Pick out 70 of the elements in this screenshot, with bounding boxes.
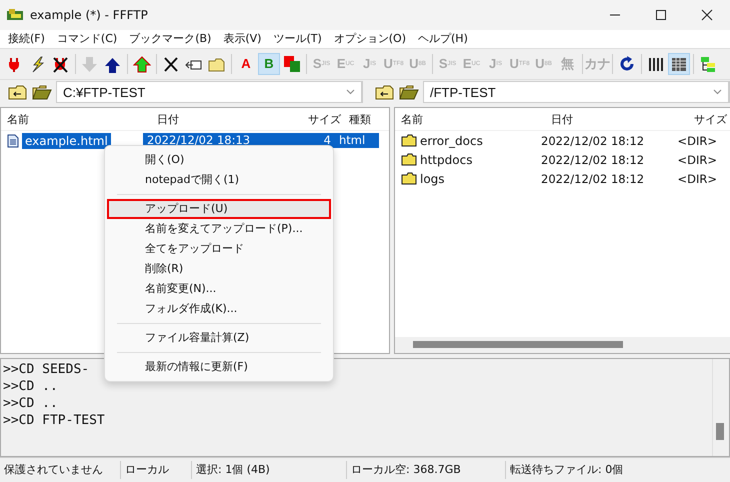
context-menu-item[interactable]: 全てをアップロード bbox=[107, 239, 331, 259]
menu-item[interactable]: 表示(V) bbox=[217, 31, 268, 46]
down-arrow-icon bbox=[81, 54, 99, 73]
parent-folder-icon[interactable] bbox=[8, 83, 28, 102]
context-menu-item[interactable]: 名前を変えてアップロード(P)... bbox=[107, 219, 331, 239]
open-folder-icon[interactable] bbox=[32, 83, 52, 102]
overlapping-squares-icon bbox=[283, 54, 301, 73]
refresh-icon bbox=[618, 54, 636, 73]
menu-item[interactable]: ヘルプ(H) bbox=[412, 31, 474, 46]
path-field[interactable]: C:¥FTP-TEST bbox=[56, 81, 362, 104]
ascii-mode-button[interactable]: A bbox=[235, 52, 257, 75]
open-folder-icon[interactable] bbox=[399, 83, 419, 102]
dropdown-icon[interactable] bbox=[713, 89, 722, 96]
folder-icon bbox=[401, 134, 417, 148]
log-line: >>CD SEEDS- bbox=[3, 361, 90, 378]
status-text: 転送待ちファイル: 0個 bbox=[509, 462, 624, 478]
toolbar-button[interactable] bbox=[668, 52, 690, 75]
horizontal-scrollbar[interactable] bbox=[395, 337, 730, 354]
context-menu-item[interactable]: notepadで開く(1) bbox=[107, 170, 331, 190]
column-header[interactable]: サイズ bbox=[681, 112, 730, 127]
column-header[interactable]: 日付 bbox=[547, 112, 681, 127]
date-cell-text: 2022/12/02 18:12 bbox=[540, 172, 646, 186]
status-text: 選択: 1個 (4B) bbox=[192, 461, 347, 480]
column-header[interactable]: 名前 bbox=[395, 112, 547, 127]
parent-folder-icon[interactable] bbox=[375, 83, 395, 102]
date-cell-text: 2022/12/02 18:12 bbox=[540, 134, 646, 148]
path-field[interactable]: /FTP-TEST bbox=[423, 81, 729, 104]
window-title: example (*) - FFFTP bbox=[30, 8, 148, 22]
tree-icon bbox=[699, 54, 717, 73]
status-text: ローカル空: 368.7GB bbox=[347, 461, 506, 480]
app-icon bbox=[6, 8, 24, 22]
context-menu-item[interactable]: 開く(O) bbox=[107, 150, 331, 170]
dropdown-icon[interactable] bbox=[346, 89, 355, 96]
delete-icon bbox=[162, 54, 180, 73]
date-cell-text: 2022/12/02 18:12 bbox=[540, 152, 646, 167]
column-header[interactable]: 日付 bbox=[153, 112, 285, 127]
folder-icon bbox=[401, 172, 417, 186]
type-cell: html bbox=[335, 133, 379, 148]
size-cell-text: <DIR> bbox=[676, 152, 718, 167]
size-cell-text: <DIR> bbox=[676, 134, 718, 148]
log-line: >>CD .. bbox=[3, 395, 58, 412]
context-menu-item[interactable]: 名前変更(N)... bbox=[107, 279, 331, 299]
context-menu-item[interactable]: アップロード(U) bbox=[107, 199, 331, 219]
file-name[interactable]: example.html bbox=[22, 132, 111, 149]
column-header[interactable]: サイズ bbox=[285, 112, 345, 127]
file-name[interactable]: httpdocs bbox=[420, 152, 472, 167]
menu-item[interactable]: ツール(T) bbox=[267, 31, 328, 46]
context-menu-item[interactable]: 最新の情報に更新(F) bbox=[107, 357, 331, 377]
column-header[interactable]: 名前 bbox=[1, 112, 153, 127]
log-line: >>CD FTP-TEST bbox=[3, 412, 105, 430]
document-icon bbox=[7, 134, 19, 148]
menu-item[interactable]: 接続(F) bbox=[2, 31, 51, 46]
file-name[interactable]: error_docs bbox=[420, 134, 483, 148]
status-text: 保護されていません bbox=[0, 461, 121, 480]
maximize-icon bbox=[655, 9, 667, 21]
menu-item[interactable]: コマンド(C) bbox=[50, 31, 124, 46]
log-line: >>CD .. bbox=[3, 378, 58, 396]
context-menu-item[interactable]: ファイル容量計算(Z) bbox=[107, 328, 331, 348]
context-menu-item[interactable]: 削除(R) bbox=[107, 259, 331, 279]
folder-icon bbox=[401, 153, 417, 166]
close-icon bbox=[701, 9, 713, 21]
context-menu-item[interactable]: フォルダ作成(K)... bbox=[107, 299, 331, 319]
column-header[interactable]: 種類 bbox=[345, 112, 389, 127]
menu-item[interactable]: オプション(O) bbox=[328, 31, 412, 46]
menu-item[interactable]: ブックマーク(B) bbox=[123, 31, 218, 46]
file-name[interactable]: logs bbox=[420, 172, 445, 186]
unplug-icon bbox=[52, 54, 70, 73]
size-cell-text: <DIR> bbox=[676, 172, 718, 186]
status-text: ローカル bbox=[121, 461, 192, 480]
house-arrow-icon bbox=[133, 54, 151, 73]
